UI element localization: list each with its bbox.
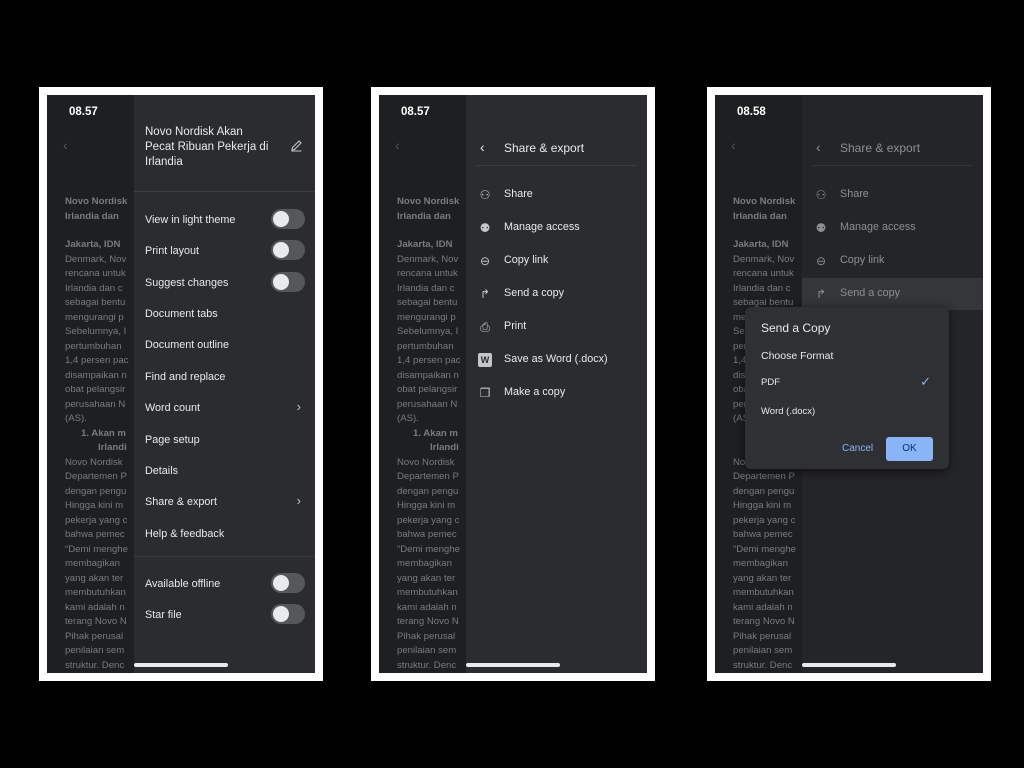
menu-item-document-outline[interactable]: Document outline — [145, 339, 305, 351]
menu-item-share-export[interactable]: Share & export — [145, 496, 305, 508]
cancel-button[interactable]: Cancel — [842, 443, 873, 454]
menu-item-manage-access[interactable]: ⚉ Manage access — [466, 212, 647, 244]
menu-item-help-feedback[interactable]: Help & feedback — [145, 528, 305, 540]
menu-item-label: Send a copy — [840, 287, 901, 299]
printer-icon: ⎙ — [480, 320, 490, 334]
share-export-drawer: ‹ Share & export ⚇ Share ⚉ Manage access… — [466, 95, 647, 673]
doc-menu-drawer: Novo Nordisk Akan Pecat Ribuan Pekerja d… — [134, 95, 315, 673]
menu-item-print[interactable]: ⎙ Print — [466, 311, 647, 343]
ok-button[interactable]: OK — [886, 437, 933, 461]
phone-screenshot-3: 08.58 16 ‹ Novo NordiskIrlandia danJakar… — [707, 87, 991, 681]
back-arrow-icon[interactable]: ‹ — [480, 139, 485, 155]
send-a-copy-dialog: Send a Copy Choose Format PDF ✓ Word (.d… — [745, 307, 949, 469]
menu-item-label: Manage access — [504, 221, 580, 233]
document-title: Novo Nordisk Akan Pecat Ribuan Pekerja d… — [145, 126, 269, 168]
share-export-title: Share & export — [504, 141, 585, 155]
menu-item-label: Send a copy — [504, 287, 565, 299]
menu-item-label: Print — [504, 320, 527, 332]
format-option-pdf[interactable]: PDF — [761, 377, 780, 388]
menu-item-find-and-replace[interactable]: Find and replace — [145, 371, 305, 383]
link-icon: ⊖ — [815, 254, 827, 268]
home-indicator — [134, 663, 228, 667]
divider — [812, 165, 973, 166]
print-layout-toggle[interactable] — [271, 240, 305, 260]
phone-screenshot-2: 08.57 16 ‹ Novo NordiskIrlandia danJakar… — [371, 87, 655, 681]
menu-item-page-setup[interactable]: Page setup — [145, 434, 305, 446]
phone-screenshot-1: 08.57 16 ‹ Novo NordiskIrlandia danJakar… — [39, 87, 323, 681]
people-icon: ⚉ — [815, 221, 827, 235]
star-file-toggle[interactable] — [271, 604, 305, 624]
share-export-title: Share & export — [840, 141, 921, 155]
checkmark-icon: ✓ — [920, 374, 931, 389]
menu-item-label: Save as Word (.docx) — [504, 353, 608, 365]
menu-item-make-a-copy[interactable]: ❐ Make a copy — [466, 377, 647, 409]
divider — [476, 165, 637, 166]
menu-item-details[interactable]: Details — [145, 465, 305, 477]
phone-screen: 08.57 16 ‹ Novo NordiskIrlandia danJakar… — [47, 95, 315, 673]
status-time: 08.58 — [737, 106, 766, 118]
menu-item-save-as-word[interactable]: W Save as Word (.docx) — [466, 344, 647, 376]
phone-screen: 08.57 16 ‹ Novo NordiskIrlandia danJakar… — [379, 95, 647, 673]
divider — [134, 556, 315, 557]
home-indicator — [466, 663, 560, 667]
add-person-icon: ⚇ — [479, 188, 491, 202]
menu-item-send-a-copy[interactable]: ↱ Send a copy — [466, 278, 647, 310]
menu-item-document-tabs[interactable]: Document tabs — [145, 308, 305, 320]
light-theme-toggle[interactable] — [271, 209, 305, 229]
home-indicator — [802, 663, 896, 667]
status-time: 08.57 — [69, 106, 98, 118]
format-option-word[interactable]: Word (.docx) — [761, 406, 815, 417]
back-chevron-icon[interactable]: ‹ — [395, 137, 400, 153]
menu-item-label: Copy link — [504, 254, 549, 266]
dialog-title: Send a Copy — [761, 321, 831, 335]
menu-item-share[interactable]: ⚇ Share — [466, 179, 647, 211]
chevron-right-icon: › — [296, 493, 301, 508]
available-offline-toggle[interactable] — [271, 573, 305, 593]
menu-item-copy-link[interactable]: ⊖ Copy link — [802, 245, 983, 277]
menu-item-label: Share — [840, 188, 869, 200]
menu-item-send-a-copy[interactable]: ↱ Send a copy — [802, 278, 983, 310]
menu-item-copy-link[interactable]: ⊖ Copy link — [466, 245, 647, 277]
menu-item-manage-access[interactable]: ⚉ Manage access — [802, 212, 983, 244]
menu-item-word-count[interactable]: Word count — [145, 402, 305, 414]
add-person-icon: ⚇ — [815, 188, 827, 202]
forward-arrow-icon: ↱ — [815, 287, 827, 301]
status-time: 08.57 — [401, 106, 430, 118]
menu-item-label: Make a copy — [504, 386, 566, 398]
people-icon: ⚉ — [479, 221, 491, 235]
copy-icon: ❐ — [479, 386, 491, 400]
edit-title-icon[interactable] — [290, 139, 303, 152]
back-arrow-icon[interactable]: ‹ — [816, 139, 821, 155]
dialog-subtitle: Choose Format — [761, 350, 834, 362]
back-chevron-icon[interactable]: ‹ — [63, 137, 68, 153]
link-icon: ⊖ — [479, 254, 491, 268]
back-chevron-icon[interactable]: ‹ — [731, 137, 736, 153]
menu-item-label: Share — [504, 188, 533, 200]
word-icon: W — [478, 353, 492, 367]
divider — [134, 191, 315, 192]
menu-item-label: Copy link — [840, 254, 885, 266]
phone-screen: 08.58 16 ‹ Novo NordiskIrlandia danJakar… — [715, 95, 983, 673]
suggest-changes-toggle[interactable] — [271, 272, 305, 292]
chevron-right-icon: › — [296, 399, 301, 414]
forward-arrow-icon: ↱ — [479, 287, 491, 301]
menu-item-share[interactable]: ⚇ Share — [802, 179, 983, 211]
menu-item-label: Manage access — [840, 221, 916, 233]
